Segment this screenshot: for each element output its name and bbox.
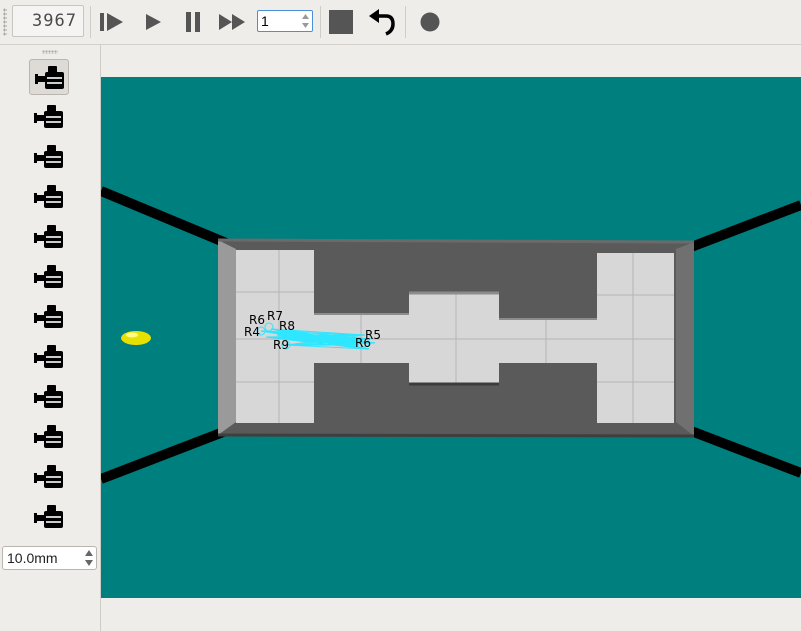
arena-right-wall xyxy=(676,242,694,436)
record-dot-icon xyxy=(420,12,440,32)
video-camera-icon xyxy=(34,145,63,168)
stop-icon xyxy=(329,10,353,34)
video-camera-icon xyxy=(34,305,63,328)
video-camera-icon xyxy=(35,66,64,89)
ball-highlight xyxy=(126,332,138,338)
camera-view-button[interactable] xyxy=(29,419,69,455)
scene-canvas: R6 R7 R8 R4 R9 R5 R6 xyxy=(101,186,801,484)
camera-view-button[interactable] xyxy=(29,299,69,335)
stop-button[interactable] xyxy=(326,7,356,37)
video-camera-icon xyxy=(34,265,63,288)
video-camera-icon xyxy=(34,225,63,248)
video-camera-icon xyxy=(34,345,63,368)
arena-left-wall xyxy=(218,240,236,435)
fast-forward-icon xyxy=(219,14,245,30)
video-camera-icon xyxy=(34,465,63,488)
camera-view-button[interactable] xyxy=(29,339,69,375)
step-counter-value: 3967 xyxy=(32,11,77,31)
pause-button[interactable] xyxy=(178,7,208,37)
arena-top-edge xyxy=(217,238,695,244)
reset-button[interactable] xyxy=(366,7,396,37)
camera-view-button[interactable] xyxy=(29,379,69,415)
camera-view-button[interactable] xyxy=(29,179,69,215)
step-forward-button[interactable] xyxy=(97,7,127,37)
video-camera-icon xyxy=(34,105,63,128)
play-icon xyxy=(146,14,161,30)
camera-view-button[interactable] xyxy=(29,139,69,175)
simulation-toolbar: 3967 xyxy=(0,0,801,45)
spin-down-icon[interactable] xyxy=(300,21,311,30)
robot-label: R8 xyxy=(279,319,295,333)
grid-size-spinbox[interactable] xyxy=(2,546,97,570)
camera-panel xyxy=(0,45,101,631)
video-camera-icon xyxy=(34,185,63,208)
step-forward-icon xyxy=(100,13,123,31)
wire-line xyxy=(101,424,233,484)
robot-label: R4 xyxy=(244,325,260,339)
spin-up-icon[interactable] xyxy=(84,549,94,557)
wire-line xyxy=(684,424,801,478)
arena-bottom-edge xyxy=(217,433,695,438)
record-button[interactable] xyxy=(415,7,445,37)
spin-up-icon[interactable] xyxy=(300,12,311,21)
camera-view-button[interactable] xyxy=(29,99,69,135)
robot-label: R9 xyxy=(273,338,289,352)
robot-label: R6 xyxy=(355,336,371,350)
toolbar-separator xyxy=(320,6,321,38)
yellow-ball xyxy=(121,331,151,345)
video-camera-icon xyxy=(34,385,63,408)
toolbar-separator xyxy=(90,6,91,38)
wire-line xyxy=(101,186,233,250)
video-camera-icon xyxy=(34,425,63,448)
toolbar-grip[interactable] xyxy=(3,8,7,36)
camera-view-button[interactable] xyxy=(29,459,69,495)
camera-view-button[interactable] xyxy=(29,259,69,295)
speed-input[interactable] xyxy=(261,12,297,30)
camera-view-button[interactable] xyxy=(29,499,69,535)
camera-view-button[interactable] xyxy=(29,59,69,95)
undo-arrow-icon xyxy=(369,9,395,36)
status-area xyxy=(101,598,801,631)
grid-size-input[interactable] xyxy=(7,550,77,566)
speed-spinbox[interactable] xyxy=(257,10,313,32)
pause-icon xyxy=(186,12,200,32)
video-camera-icon xyxy=(34,505,63,528)
panel-grip[interactable] xyxy=(42,50,58,54)
camera-view-button[interactable] xyxy=(29,219,69,255)
wire-line xyxy=(684,200,801,254)
step-counter-display: 3967 xyxy=(12,5,84,37)
simulation-viewport[interactable]: R6 R7 R8 R4 R9 R5 R6 xyxy=(101,77,801,598)
toolbar-separator xyxy=(405,6,406,38)
fast-forward-button[interactable] xyxy=(217,7,247,37)
play-button[interactable] xyxy=(137,7,167,37)
spin-down-icon[interactable] xyxy=(84,559,94,567)
